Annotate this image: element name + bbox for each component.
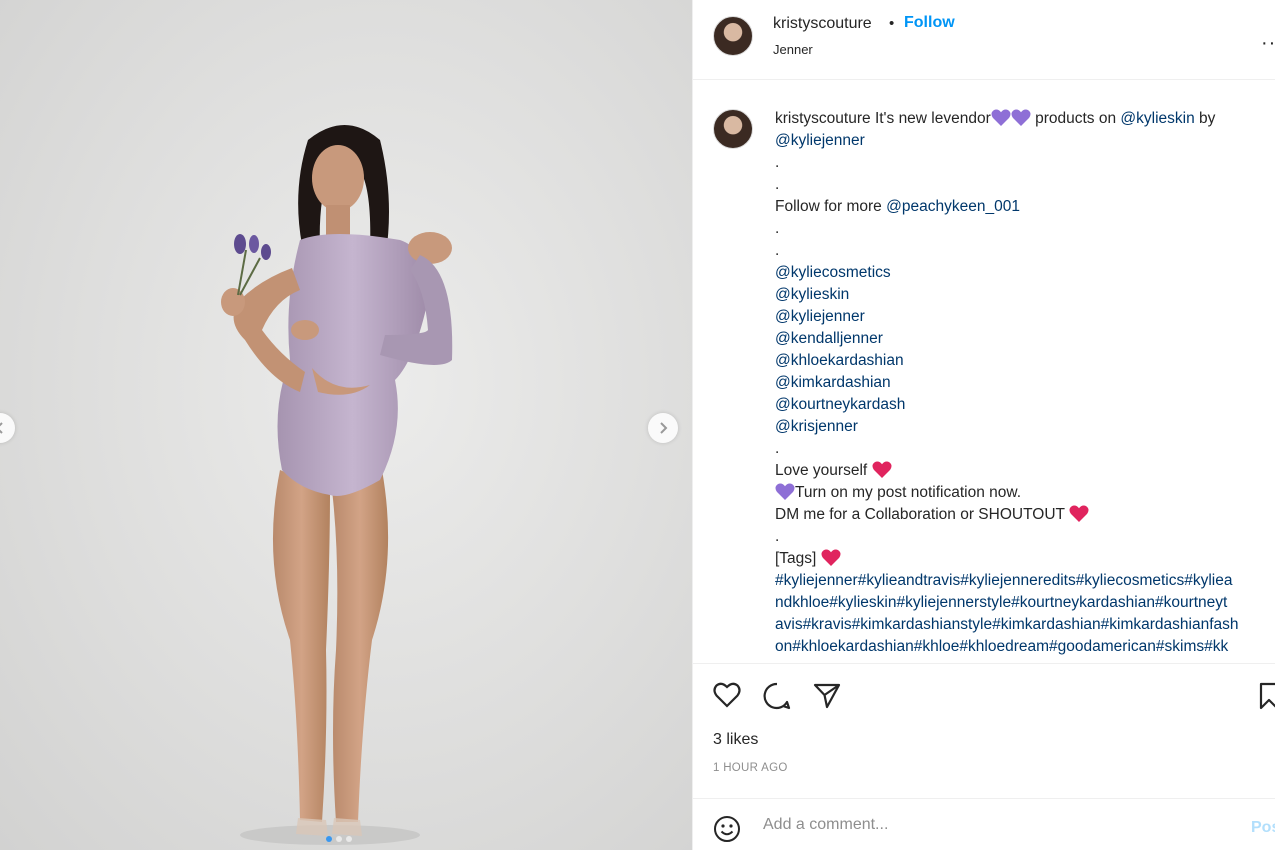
slide-indicator [326,836,352,842]
red-heart-icon [821,549,841,566]
avatar[interactable] [713,16,753,56]
follow-more-text: Follow for more [775,198,882,215]
dm-text: DM me for a Collaboration or SHOUTOUT [775,506,1065,523]
tags-label: [Tags] [775,550,817,567]
caption-dot: . [775,528,780,545]
post-media[interactable] [0,0,692,850]
post-comment-button[interactable]: Post [1251,819,1275,837]
mention-link[interactable]: @krisjenner [775,416,1275,438]
avatar[interactable] [713,109,753,149]
hashtag-line[interactable]: avis#kravis#kimkardashianstyle#kimkardas… [775,614,1275,636]
chevron-left-icon [0,422,3,434]
comment-input[interactable] [763,813,1223,837]
follow-button[interactable]: Follow [904,14,955,32]
red-heart-icon [1069,505,1089,522]
caption-dot: . [775,154,780,171]
share-send-icon[interactable] [813,682,841,710]
comment-bar: Post [693,798,1275,850]
post-timestamp: 1 HOUR AGO [713,762,788,774]
love-yourself-text: Love yourself [775,462,868,479]
mention-link[interactable]: @peachykeen_001 [886,198,1020,215]
chevron-right-icon [660,422,668,434]
caption-text: kristyscouture It's new levendor product… [775,108,1275,658]
caption-dot: . [775,176,780,193]
red-heart-icon [871,461,892,478]
mention-link[interactable]: @kyliejenner [775,132,865,149]
hashtag-line[interactable]: ndkhloe#kylieskin#kyliejennerstyle#kourt… [775,592,1275,614]
post-photo [221,125,453,845]
separator-dot: • [889,15,895,32]
mention-link[interactable]: @kourtneykardash [775,394,1275,416]
post-header: kristyscouture • Follow Jenner ··· [693,0,1275,80]
post-username[interactable]: kristyscouture [773,15,872,33]
mention-link[interactable]: @kylieskin [775,284,1275,306]
purple-heart-icon [991,109,1011,126]
purple-heart-icon [1011,109,1031,126]
hashtag-line[interactable]: #kyliejenner#kylieandtravis#kyliejennere… [775,570,1275,592]
slide-dot [326,836,332,842]
caption-dot: . [775,440,780,457]
next-slide-button[interactable] [648,413,678,443]
slide-dot [336,836,342,842]
caption-dot: . [775,220,780,237]
hashtag-line[interactable]: on#khloekardashian#khloe#khloedream#good… [775,636,1275,658]
caption-area: kristyscouture It's new levendor product… [693,81,1275,663]
like-heart-icon[interactable] [713,682,741,708]
caption-username[interactable]: kristyscouture [775,110,871,127]
more-horizontal-icon[interactable]: ··· [1261,32,1275,55]
comment-icon[interactable] [763,682,791,710]
slide-dot [346,836,352,842]
post-location[interactable]: Jenner [773,42,813,57]
mention-link[interactable]: @khloekardashian [775,350,1275,372]
mention-link[interactable]: @kyliejenner [775,306,1275,328]
mention-link[interactable]: @kylieskin [1120,110,1194,127]
caption-dot: . [775,242,780,259]
action-bar: 3 likes 1 HOUR AGO [693,663,1275,798]
likes-count[interactable]: 3 likes [713,731,758,749]
mention-link[interactable]: @kendalljenner [775,328,1275,350]
caption-line-1: It's new levendor [874,110,991,127]
mention-link[interactable]: @kimkardashian [775,372,1275,394]
purple-heart-icon [775,483,795,500]
emoji-icon[interactable] [713,815,741,843]
caption-by: by [1199,110,1216,127]
post-side-panel: kristyscouture • Follow Jenner ··· krist… [692,0,1275,850]
notification-text: Turn on my post notification now. [795,484,1022,501]
bookmark-icon[interactable] [1259,682,1275,710]
mention-link[interactable]: @kyliecosmetics [775,262,1275,284]
caption-line-1-tail: products on [1035,110,1117,127]
